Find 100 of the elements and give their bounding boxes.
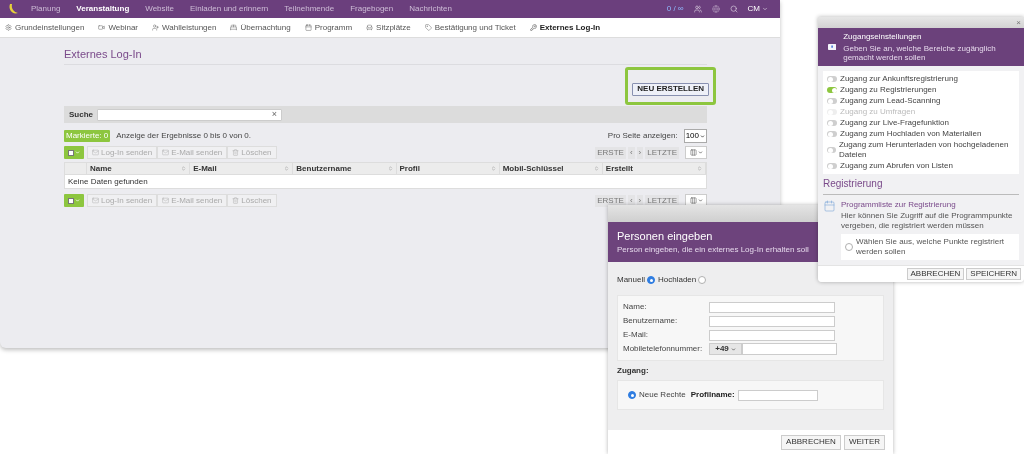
create-button[interactable]: NEU ERSTELLEN	[632, 82, 709, 96]
key-icon	[529, 24, 537, 31]
dialog-subtitle: Geben Sie an, welche Bereiche zugänglich gemacht werden sollen	[843, 43, 997, 62]
field-label: Name:	[623, 301, 648, 313]
radio-label: Wählen Sie aus, welche Punkte registriert werden sollen	[856, 237, 1006, 257]
radio-button[interactable]	[698, 276, 707, 284]
search-label: Suche	[69, 108, 93, 121]
toggle-switch[interactable]	[827, 120, 837, 126]
field-label: Mobiletelefonnummer:	[623, 343, 704, 355]
caret-icon	[697, 150, 703, 155]
user-plus-icon	[152, 24, 160, 31]
pager-button[interactable]: ›	[636, 146, 644, 159]
input-field[interactable]	[742, 343, 837, 355]
nav-link[interactable]: Planung	[31, 3, 61, 15]
radio-label: Manuell	[617, 274, 645, 286]
toggle-switch[interactable]	[827, 98, 837, 104]
toggle-switch[interactable]	[827, 147, 836, 153]
tab[interactable]: Bestätigung und Ticket	[424, 21, 516, 34]
column-header[interactable]: Erstellt	[602, 163, 707, 174]
tab[interactable]: Wahlleistungen	[152, 21, 217, 34]
caret-icon	[730, 346, 736, 352]
dialog-button[interactable]: ABBRECHEN	[781, 434, 841, 450]
toggle-label: Zugang zur Ankunftsregistrierung	[840, 74, 958, 84]
access-label: Zugang:	[617, 365, 650, 377]
pager-button[interactable]: LETZTE	[645, 194, 679, 207]
select-dropdown[interactable]	[64, 194, 84, 207]
item-description: Hier können Sie Zugriff auf die Programmpunkte vergeben, die registriert werden müssen	[841, 211, 1014, 231]
caret-icon	[75, 198, 80, 203]
logo-icon	[8, 3, 19, 15]
nav-link[interactable]: Einladen und erinnern	[190, 3, 269, 15]
dialog-button[interactable]: WEITER	[843, 434, 885, 450]
clear-icon[interactable]: ×	[271, 110, 277, 119]
column-header[interactable]: E-Mail	[190, 163, 294, 174]
tab[interactable]: Übernachtung	[230, 21, 291, 34]
toggle-switch[interactable]	[827, 76, 837, 82]
column-header[interactable]: Profil	[396, 163, 500, 174]
trash-icon	[232, 149, 240, 156]
nav-link[interactable]: Nachrichten	[409, 3, 452, 15]
video-icon	[98, 24, 106, 31]
radio-button[interactable]	[628, 391, 636, 399]
caret-icon	[697, 198, 703, 203]
sort-icon	[387, 166, 393, 171]
toggle-switch[interactable]	[827, 163, 837, 169]
input-field[interactable]	[709, 315, 835, 327]
tab[interactable]: Programm	[304, 21, 353, 34]
select-dropdown[interactable]	[64, 146, 84, 159]
sort-icon	[697, 166, 703, 171]
pager-button[interactable]: ‹	[627, 146, 635, 159]
pager-button[interactable]: ‹	[627, 194, 635, 207]
pager-button[interactable]: LETZTE	[645, 146, 679, 159]
users-icon[interactable]	[693, 5, 702, 13]
radio-button[interactable]	[845, 243, 853, 251]
search-field[interactable]: ×	[97, 108, 282, 121]
tab[interactable]: Webinar	[98, 21, 139, 34]
marked-badge: Markierte: 0	[64, 130, 111, 142]
column-header[interactable]: Mobil-Schlüssel	[499, 163, 603, 174]
tab[interactable]: Externes Log-In	[529, 21, 601, 34]
tab[interactable]: Grundeinstellungen	[5, 21, 85, 34]
field-label: E-Mail:	[623, 329, 649, 341]
nav-link[interactable]: Website	[145, 3, 175, 15]
search-icon[interactable]	[729, 5, 738, 13]
radio-button[interactable]	[647, 276, 655, 284]
dialog-subtitle: Person eingeben, die ein externes Log-In erhalten soll	[617, 245, 809, 254]
per-page-label: Pro Seite anzeigen:	[607, 130, 678, 142]
bed-icon	[230, 24, 238, 31]
column-header[interactable]: Benutzername	[293, 163, 397, 174]
dialog-button[interactable]: SPEICHERN	[966, 268, 1021, 280]
trash-icon	[232, 197, 240, 204]
per-page-select[interactable]: 100	[683, 129, 707, 143]
input-field[interactable]	[709, 329, 835, 341]
toggle-label: Zugang zum Hochladen von Materialien	[840, 129, 982, 139]
globe-icon[interactable]	[711, 5, 720, 13]
tab[interactable]: Sitzplätze	[366, 21, 411, 34]
input-field[interactable]	[737, 389, 818, 401]
toggle-switch[interactable]	[827, 131, 837, 137]
radio-label: Hochladen	[658, 274, 697, 286]
nav-link[interactable]: Teilnehmende	[284, 3, 335, 15]
field-label: Profilname:	[690, 389, 735, 401]
item-title: Programmliste zur Registrierung	[841, 200, 957, 210]
pager-button[interactable]: ERSTE	[595, 194, 626, 207]
nav-link[interactable]: Veranstaltung	[76, 3, 130, 15]
page-title: Externes Log-In	[64, 49, 707, 65]
toggle-label: Zugang zu Umfragen	[840, 107, 916, 117]
country-code-select[interactable]: +49	[709, 343, 742, 355]
results-text: Anzeige der Ergebnisse 0 bis 0 von 0.	[116, 130, 251, 142]
pager-button[interactable]: ERSTE	[595, 146, 626, 159]
dialog-title: Zugangseinstellungen	[843, 32, 923, 41]
dialog-button[interactable]: ABBRECHEN	[906, 268, 965, 280]
gear-icon	[5, 24, 12, 31]
input-field[interactable]	[709, 301, 835, 313]
caret-icon	[700, 133, 705, 139]
radio-label: Neue Rechte	[639, 389, 686, 401]
mail-icon	[92, 149, 99, 156]
user-menu[interactable]: CM	[747, 3, 768, 15]
columns-button[interactable]	[685, 146, 707, 159]
column-header[interactable]: Name	[87, 163, 191, 174]
nav-link[interactable]: Fragebogen	[350, 3, 394, 15]
toggle-switch[interactable]	[827, 87, 837, 93]
toggle-label: Zugang zum Lead-Scanning	[840, 96, 941, 106]
toggle-label: Zugang zum Abrufen von Listen	[840, 161, 953, 171]
